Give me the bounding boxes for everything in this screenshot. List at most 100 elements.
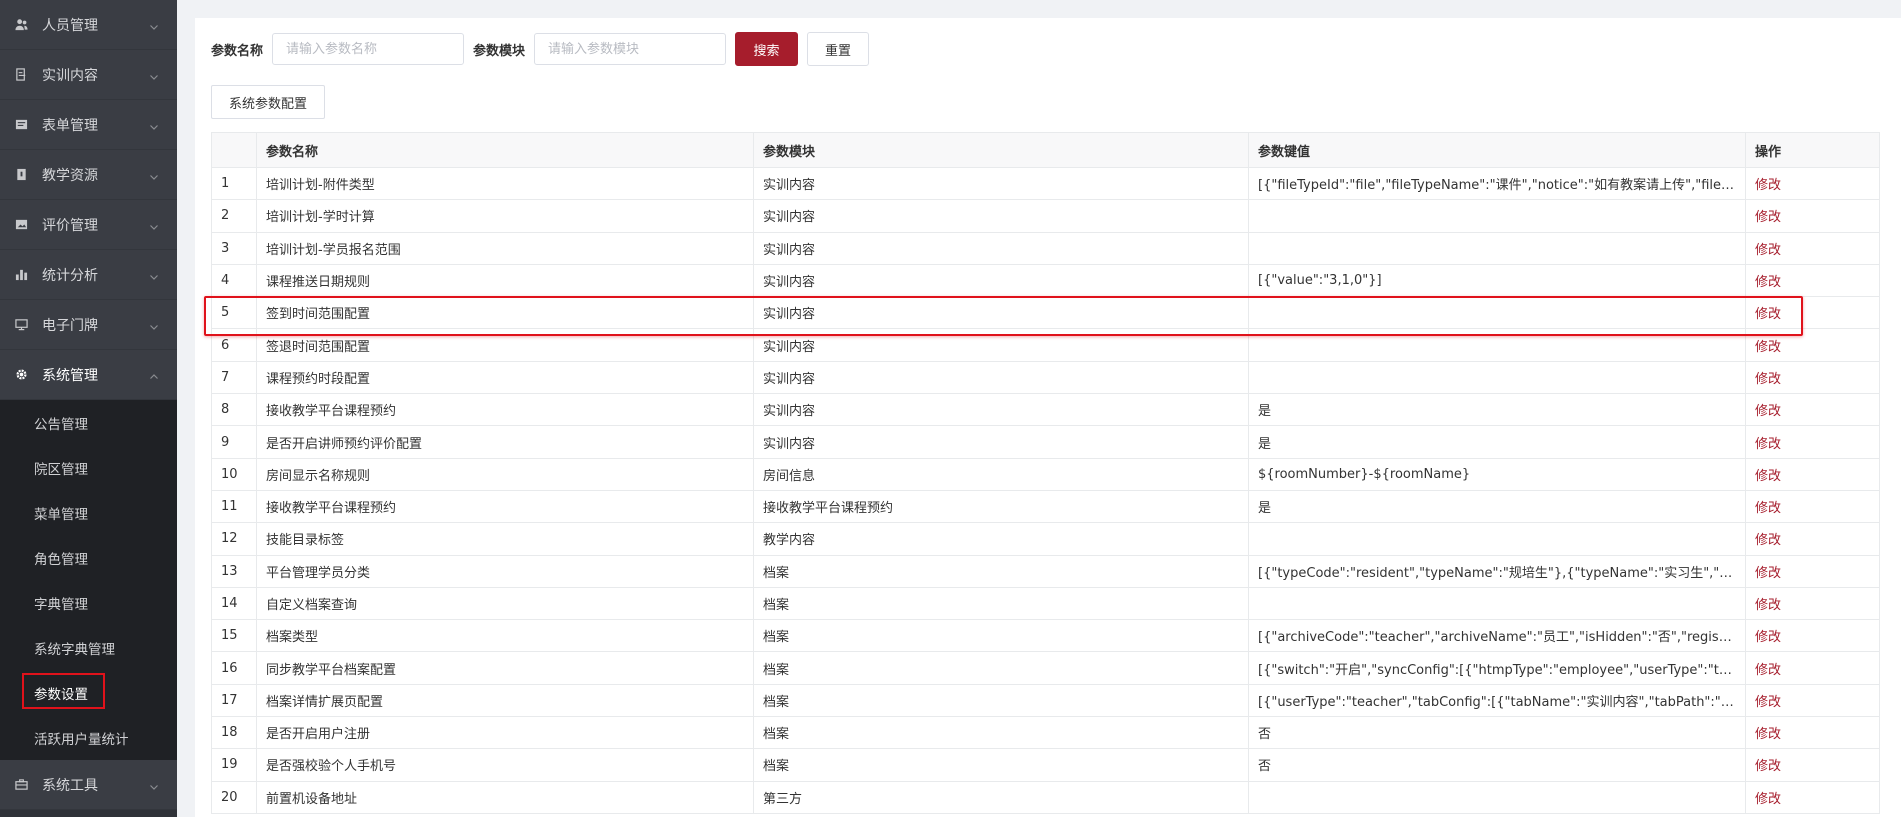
cell-param-module: 实训内容: [753, 166, 1249, 201]
table-row: 2 培训计划-学时计算 实训内容 修改: [211, 199, 1880, 233]
edit-link[interactable]: 修改: [1745, 619, 1880, 653]
cell-param-value: 是: [1248, 489, 1746, 524]
cell-index: 7: [211, 360, 257, 395]
param-module-input[interactable]: [534, 33, 727, 65]
active-item-highlight-box: [22, 673, 105, 709]
table-row: 9 是否开启讲师预约评价配置 实训内容是修改: [211, 425, 1880, 459]
table-row: 3 培训计划-学员报名范围 实训内容 修改: [211, 231, 1880, 265]
sidebar-item-system-tools[interactable]: 系统工具: [0, 760, 177, 810]
sidebar-item-form[interactable]: 表单管理: [0, 100, 177, 150]
table-row: 15 档案类型 档案 [{"archiveCode":"teacher","archi…: [211, 619, 1880, 653]
edit-link[interactable]: 修改: [1745, 554, 1880, 588]
table-row: 13 平台管理学员分类 档案 [{"typeCode":"resident","typ…: [211, 554, 1880, 588]
edit-link[interactable]: 修改: [1745, 586, 1880, 621]
edit-link[interactable]: 修改: [1745, 522, 1880, 556]
cell-index: 14: [211, 586, 257, 621]
edit-link[interactable]: 修改: [1745, 360, 1880, 395]
sidebar-item-gear[interactable]: 系统管理: [0, 350, 177, 400]
cell-param-name: 签退时间范围配置: [256, 328, 754, 362]
cell-param-value: [{"fileTypeId":"file","fileTypeName":"课件…: [1248, 166, 1746, 201]
cell-param-name: 技能目录标签: [256, 522, 754, 556]
sidebar-item-label: 表单管理: [42, 117, 98, 134]
document-icon: [14, 68, 28, 82]
cell-param-value: 否: [1248, 748, 1746, 782]
table-row: 18 是否开启用户注册 档案否修改: [211, 716, 1880, 750]
cell-param-value: [1248, 780, 1746, 814]
sidebar-item-users[interactable]: 人员管理: [0, 0, 177, 50]
edit-link[interactable]: 修改: [1745, 489, 1880, 524]
submenu-item[interactable]: 公告管理: [0, 400, 177, 445]
submenu-item[interactable]: 字典管理: [0, 580, 177, 625]
submenu-item[interactable]: 活跃用户量统计: [0, 715, 177, 760]
gear-icon: [14, 368, 28, 382]
cell-param-name: 接收教学平台课程预约: [256, 393, 754, 427]
edit-link[interactable]: 修改: [1745, 393, 1880, 427]
sidebar-item-book[interactable]: 教学资源: [0, 150, 177, 200]
sidebar-item-monitor[interactable]: 电子门牌: [0, 300, 177, 350]
table-row: 20 前置机设备地址 第三方 修改: [211, 780, 1880, 814]
cell-param-module: 实训内容: [753, 328, 1249, 362]
sidebar-item-document[interactable]: 实训内容: [0, 50, 177, 100]
system-param-config-button[interactable]: 系统参数配置: [211, 85, 326, 119]
header-index: [211, 132, 257, 168]
sidebar-item-bar-chart[interactable]: 统计分析: [0, 250, 177, 300]
edit-link[interactable]: 修改: [1745, 166, 1880, 201]
cell-index: 19: [211, 748, 257, 782]
cell-index: 15: [211, 619, 257, 653]
submenu-item-label: 公告管理: [34, 416, 88, 433]
param-name-input[interactable]: [272, 33, 465, 65]
sidebar-item-label: 系统工具: [42, 777, 98, 794]
submenu-item[interactable]: 系统字典管理: [0, 625, 177, 670]
cell-param-name: 平台管理学员分类: [256, 554, 754, 588]
submenu-item[interactable]: 角色管理: [0, 535, 177, 580]
chevron-down-icon: [149, 320, 159, 330]
cell-param-module: 实训内容: [753, 425, 1249, 459]
cell-param-value: [1248, 328, 1746, 362]
table-header-row: 参数名称 参数模块 参数键值 操作: [211, 132, 1880, 168]
monitor-icon: [14, 318, 28, 332]
edit-link[interactable]: 修改: [1745, 231, 1880, 265]
image-icon: [14, 218, 28, 232]
cell-param-value: [1248, 296, 1746, 330]
cell-index: 13: [211, 554, 257, 588]
cell-index: 10: [211, 457, 257, 491]
edit-link[interactable]: 修改: [1745, 263, 1880, 298]
submenu-item[interactable]: 菜单管理: [0, 490, 177, 535]
cell-param-module: 实训内容: [753, 296, 1249, 330]
edit-link[interactable]: 修改: [1745, 651, 1880, 685]
edit-link[interactable]: 修改: [1745, 457, 1880, 491]
submenu-item[interactable]: 参数设置: [0, 670, 177, 715]
table-row: 11 接收教学平台课程预约 接收教学平台课程预约是修改: [211, 489, 1880, 524]
submenu-item-label: 角色管理: [34, 551, 88, 568]
edit-link[interactable]: 修改: [1745, 296, 1880, 330]
cell-param-module: 教学内容: [753, 522, 1249, 556]
table-row: 6 签退时间范围配置 实训内容 修改: [211, 328, 1880, 362]
cell-param-name: 是否开启讲师预约评价配置: [256, 425, 754, 459]
reset-button[interactable]: 重置: [807, 32, 870, 66]
cell-param-value: 是: [1248, 425, 1746, 459]
cell-param-name: 房间显示名称规则: [256, 457, 754, 491]
cell-param-module: 实训内容: [753, 199, 1249, 233]
cell-param-name: 签到时间范围配置: [256, 296, 754, 330]
submenu-item-label: 字典管理: [34, 596, 88, 613]
cell-param-module: 档案: [753, 586, 1249, 621]
cell-param-name: 培训计划-附件类型: [256, 166, 754, 201]
cell-index: 6: [211, 328, 257, 362]
edit-link[interactable]: 修改: [1745, 328, 1880, 362]
sidebar-bottom-menu: 系统工具: [0, 760, 177, 810]
sidebar-item-image[interactable]: 评价管理: [0, 200, 177, 250]
edit-link[interactable]: 修改: [1745, 683, 1880, 718]
cell-param-value: [{"value":"3,1,0"}]: [1248, 263, 1746, 298]
edit-link[interactable]: 修改: [1745, 780, 1880, 814]
edit-link[interactable]: 修改: [1745, 748, 1880, 782]
edit-link[interactable]: 修改: [1745, 199, 1880, 233]
submenu-item[interactable]: 院区管理: [0, 445, 177, 490]
edit-link[interactable]: 修改: [1745, 716, 1880, 750]
param-module-label: 参数模块: [473, 43, 526, 59]
sidebar: 人员管理 实训内容表单管理教学资源 评价管理 统计分析 电子门牌 系统管理 公告管理院区管…: [0, 0, 177, 817]
search-button[interactable]: 搜索: [735, 32, 799, 66]
table-row: 5 签到时间范围配置 实训内容 修改: [211, 296, 1880, 330]
edit-link[interactable]: 修改: [1745, 425, 1880, 459]
header-param-value: 参数键值: [1248, 132, 1746, 168]
sidebar-menu: 人员管理 实训内容表单管理教学资源 评价管理 统计分析 电子门牌 系统管理: [0, 0, 177, 400]
